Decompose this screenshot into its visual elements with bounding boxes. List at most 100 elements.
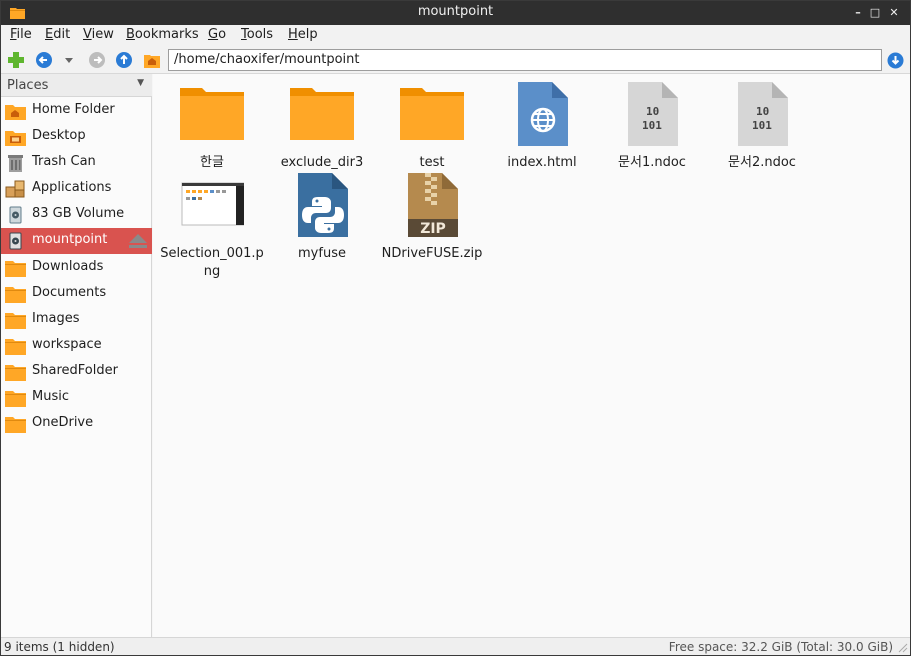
places-title: Places bbox=[7, 78, 49, 93]
binary-file-icon: 10 101 bbox=[738, 82, 788, 146]
history-dropdown-icon[interactable] bbox=[62, 51, 76, 69]
desktop-icon bbox=[5, 131, 26, 146]
folder-icon bbox=[5, 339, 26, 355]
file-name: Selection_001.png bbox=[160, 246, 264, 279]
binary-label-line2: 101 bbox=[752, 119, 772, 132]
sidebar-item-downloads[interactable]: Downloads bbox=[1, 255, 152, 281]
sidebar-item-onedrive[interactable]: OneDrive bbox=[1, 411, 152, 437]
menu-go[interactable]: Go bbox=[208, 27, 226, 42]
sidebar-item-label: mountpoint bbox=[32, 232, 108, 247]
item-count: 9 items (1 hidden) bbox=[4, 640, 115, 654]
file-item[interactable]: exclude_dir3 bbox=[267, 82, 377, 172]
close-button[interactable]: ✕ bbox=[887, 6, 901, 20]
file-item[interactable]: test bbox=[377, 82, 487, 172]
sidebar-item-label: Trash Can bbox=[32, 154, 96, 169]
file-name: 문서1.ndoc bbox=[618, 155, 686, 170]
file-name: index.html bbox=[507, 155, 577, 170]
binary-label-line1: 10 bbox=[646, 105, 659, 118]
image-thumbnail-icon bbox=[181, 182, 244, 226]
menu-bookmarks[interactable]: Bookmarks bbox=[126, 27, 199, 42]
file-item[interactable]: myfuse bbox=[267, 173, 377, 273]
location-input[interactable]: /home/chaoxifer/mountpoint bbox=[168, 49, 882, 71]
resize-grip-icon[interactable] bbox=[898, 643, 908, 653]
file-view[interactable]: 한글 exclude_dir3 test index.html 10 101 문… bbox=[153, 74, 910, 637]
eject-icon[interactable] bbox=[128, 233, 148, 249]
sidebar-item-sharedfolder[interactable]: SharedFolder bbox=[1, 359, 152, 385]
file-item[interactable]: ZIP NDriveFUSE.zip bbox=[377, 173, 487, 273]
window-title: mountpoint bbox=[417, 4, 494, 19]
minimize-button[interactable]: – bbox=[851, 6, 865, 20]
drive-icon bbox=[9, 206, 22, 224]
sidebar-item-images[interactable]: Images bbox=[1, 307, 152, 333]
mounted-drive-icon bbox=[9, 232, 22, 250]
sidebar-item-trash-can[interactable]: Trash Can bbox=[1, 150, 152, 176]
sidebar-item-mountpoint[interactable]: mountpoint bbox=[1, 228, 152, 254]
sidebar-item-label: Downloads bbox=[32, 259, 104, 274]
file-item[interactable]: 한글 bbox=[157, 82, 267, 172]
sidebar-item-label: workspace bbox=[32, 337, 102, 352]
folder-icon bbox=[5, 261, 26, 277]
forward-arrow-icon[interactable] bbox=[88, 51, 106, 69]
maximize-button[interactable]: □ bbox=[868, 6, 882, 20]
binary-file-icon: 10 101 bbox=[628, 82, 678, 146]
file-item[interactable]: Selection_001.png bbox=[157, 173, 267, 279]
home-icon[interactable] bbox=[143, 51, 161, 69]
sidebar-item-label: Desktop bbox=[32, 128, 86, 143]
sidebar-item-label: OneDrive bbox=[32, 415, 94, 430]
new-tab-plus-icon[interactable] bbox=[7, 51, 25, 69]
menu-tools[interactable]: Tools bbox=[241, 27, 273, 42]
folder-icon bbox=[5, 391, 26, 407]
places-header[interactable]: Places ▼ bbox=[1, 74, 152, 97]
file-item[interactable]: index.html bbox=[487, 82, 597, 172]
zip-archive-icon: ZIP bbox=[408, 173, 458, 237]
trash-icon bbox=[8, 155, 23, 172]
sidebar-item-label: Documents bbox=[32, 285, 107, 300]
menu-bar: File Edit View Bookmarks Go Tools Help bbox=[1, 25, 910, 46]
html-file-icon bbox=[518, 82, 568, 146]
folder-icon bbox=[5, 417, 26, 433]
menu-help[interactable]: Help bbox=[288, 27, 318, 42]
menu-edit[interactable]: Edit bbox=[45, 27, 70, 42]
status-bar: 9 items (1 hidden) Free space: 32.2 GiB … bbox=[1, 637, 910, 655]
file-name: 문서2.ndoc bbox=[728, 155, 796, 170]
folder-icon bbox=[5, 313, 26, 329]
folder-icon bbox=[400, 88, 464, 140]
sidebar-item-label: Music bbox=[32, 389, 69, 404]
places-dropdown-icon[interactable]: ▼ bbox=[137, 78, 144, 88]
sidebar-item-label: Home Folder bbox=[32, 102, 115, 117]
file-name: exclude_dir3 bbox=[280, 155, 364, 170]
free-space: Free space: 32.2 GiB (Total: 30.0 GiB) bbox=[668, 640, 893, 654]
binary-label-line2: 101 bbox=[642, 119, 662, 132]
sidebar-item-documents[interactable]: Documents bbox=[1, 281, 152, 307]
zip-label: ZIP bbox=[420, 221, 446, 237]
file-name: myfuse bbox=[298, 246, 346, 261]
sidebar-item-label: 83 GB Volume bbox=[32, 206, 125, 221]
sidebar-item-workspace[interactable]: workspace bbox=[1, 333, 152, 359]
title-bar[interactable]: mountpoint – □ ✕ bbox=[1, 1, 910, 25]
file-item[interactable]: 10 101 문서1.ndoc bbox=[597, 82, 707, 172]
sidebar-item-83gb-volume[interactable]: 83 GB Volume bbox=[1, 202, 152, 228]
sidebar-item-applications[interactable]: Applications bbox=[1, 176, 152, 202]
back-arrow-icon[interactable] bbox=[35, 51, 53, 69]
file-name: 한글 bbox=[200, 155, 224, 170]
menu-view[interactable]: View bbox=[83, 27, 114, 42]
folder-icon bbox=[180, 88, 244, 140]
file-name: NDriveFUSE.zip bbox=[381, 246, 483, 261]
applications-icon bbox=[5, 180, 25, 198]
python-file-icon bbox=[298, 173, 348, 237]
sidebar-item-home-folder[interactable]: Home Folder bbox=[1, 98, 152, 124]
sidebar-item-music[interactable]: Music bbox=[1, 385, 152, 411]
file-name: test bbox=[419, 155, 445, 170]
menu-file[interactable]: File bbox=[10, 27, 32, 42]
folder-icon bbox=[290, 88, 354, 140]
sidebar-item-label: SharedFolder bbox=[32, 363, 118, 378]
file-item[interactable]: 10 101 문서2.ndoc bbox=[707, 82, 817, 172]
go-download-icon[interactable] bbox=[887, 52, 904, 69]
sidebar-item-desktop[interactable]: Desktop bbox=[1, 124, 152, 150]
home-folder-icon bbox=[5, 105, 26, 120]
sidebar-item-label: Images bbox=[32, 311, 80, 326]
up-arrow-icon[interactable] bbox=[115, 51, 133, 69]
sidebar-item-label: Applications bbox=[32, 180, 112, 195]
folder-icon bbox=[5, 365, 26, 381]
binary-label-line1: 10 bbox=[756, 105, 769, 118]
